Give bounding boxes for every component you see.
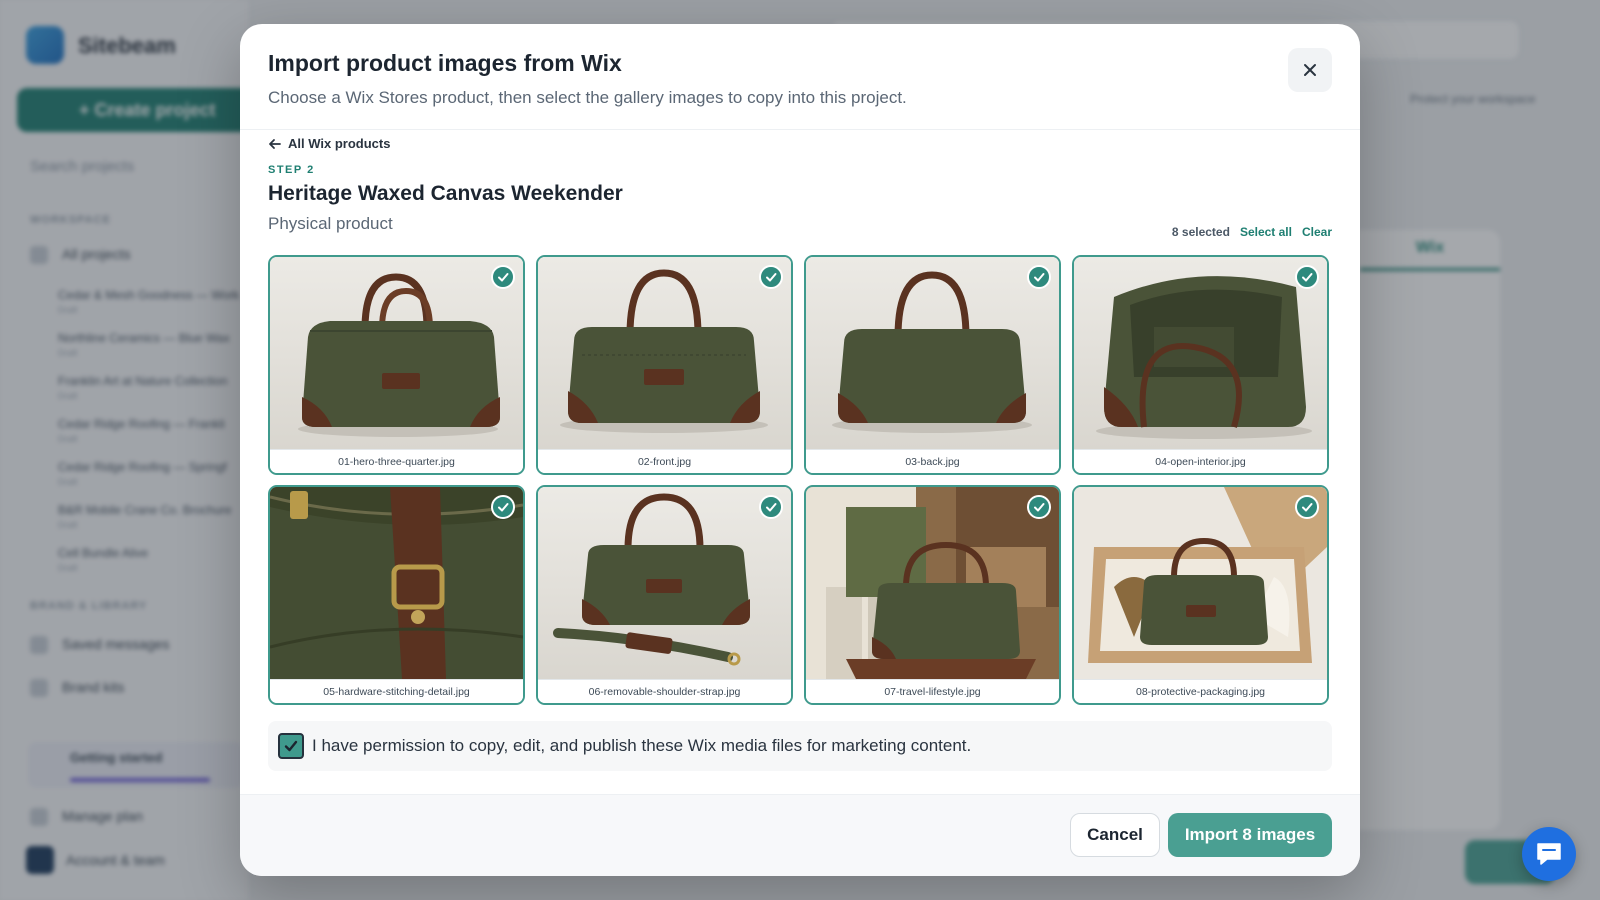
check-circle-icon[interactable]	[1295, 495, 1319, 519]
permission-row: I have permission to copy, edit, and pub…	[268, 721, 1332, 771]
modal-header: Import product images from Wix Choose a …	[240, 24, 1360, 130]
product-image	[538, 487, 791, 679]
permission-label: I have permission to copy, edit, and pub…	[312, 736, 972, 755]
image-filename: 06-removable-shoulder-strap.jpg	[538, 679, 791, 703]
image-card[interactable]: 02-front.jpg	[536, 255, 793, 475]
image-grid: 01-hero-three-quarter.jpg 02-front.jpg 0…	[268, 255, 1332, 705]
check-circle-icon[interactable]	[491, 495, 515, 519]
check-circle-icon[interactable]	[759, 495, 783, 519]
image-card[interactable]: 04-open-interior.jpg	[1072, 255, 1329, 475]
image-card[interactable]: 06-removable-shoulder-strap.jpg	[536, 485, 793, 705]
image-filename: 03-back.jpg	[806, 449, 1059, 473]
select-all-button[interactable]: Select all	[1240, 225, 1292, 239]
image-filename: 07-travel-lifestyle.jpg	[806, 679, 1059, 703]
check-circle-icon[interactable]	[1295, 265, 1319, 289]
image-card[interactable]: 08-protective-packaging.jpg	[1072, 485, 1329, 705]
checkmark-icon	[284, 740, 298, 752]
check-circle-icon[interactable]	[759, 265, 783, 289]
selected-count: 8 selected	[1171, 225, 1230, 239]
product-image	[270, 257, 523, 449]
import-images-modal: Import product images from Wix Choose a …	[240, 24, 1360, 876]
image-filename: 05-hardware-stitching-detail.jpg	[270, 679, 523, 703]
step-label: STEP 2	[268, 164, 315, 176]
image-card[interactable]: 07-travel-lifestyle.jpg	[804, 485, 1061, 705]
back-to-products-link[interactable]: All Wix products	[268, 136, 390, 151]
image-card[interactable]: 03-back.jpg	[804, 255, 1061, 475]
check-circle-icon[interactable]	[491, 265, 515, 289]
cancel-button[interactable]: Cancel	[1070, 813, 1160, 857]
close-icon	[1304, 64, 1316, 76]
image-filename: 01-hero-three-quarter.jpg	[270, 449, 523, 473]
modal-subtitle: Choose a Wix Stores product, then select…	[268, 88, 907, 107]
product-image	[806, 257, 1059, 449]
product-image	[1074, 487, 1327, 679]
product-image	[1074, 257, 1327, 449]
image-filename: 02-front.jpg	[538, 449, 791, 473]
chat-bubble-icon	[1537, 843, 1561, 865]
image-card[interactable]: 05-hardware-stitching-detail.jpg	[268, 485, 525, 705]
clear-selection-button[interactable]: Clear	[1302, 225, 1332, 239]
product-image	[538, 257, 791, 449]
chat-button[interactable]	[1522, 827, 1576, 881]
selection-toolbar: 8 selected Select all Clear	[1172, 225, 1332, 239]
modal-title: Import product images from Wix	[268, 50, 622, 76]
check-circle-icon[interactable]	[1027, 265, 1051, 289]
permission-checkbox[interactable]	[278, 733, 304, 759]
product-type: Physical product	[268, 214, 393, 233]
modal-footer: Cancel Import 8 images	[240, 794, 1360, 876]
image-filename: 08-protective-packaging.jpg	[1074, 679, 1327, 703]
product-name: Heritage Waxed Canvas Weekender	[268, 182, 623, 205]
product-image	[270, 487, 523, 679]
arrow-left-icon	[269, 138, 281, 149]
check-circle-icon[interactable]	[1027, 495, 1051, 519]
product-image	[806, 487, 1059, 679]
image-filename: 04-open-interior.jpg	[1074, 449, 1327, 473]
image-card[interactable]: 01-hero-three-quarter.jpg	[268, 255, 525, 475]
import-images-button[interactable]: Import 8 images	[1168, 813, 1332, 857]
close-button[interactable]	[1288, 48, 1332, 92]
